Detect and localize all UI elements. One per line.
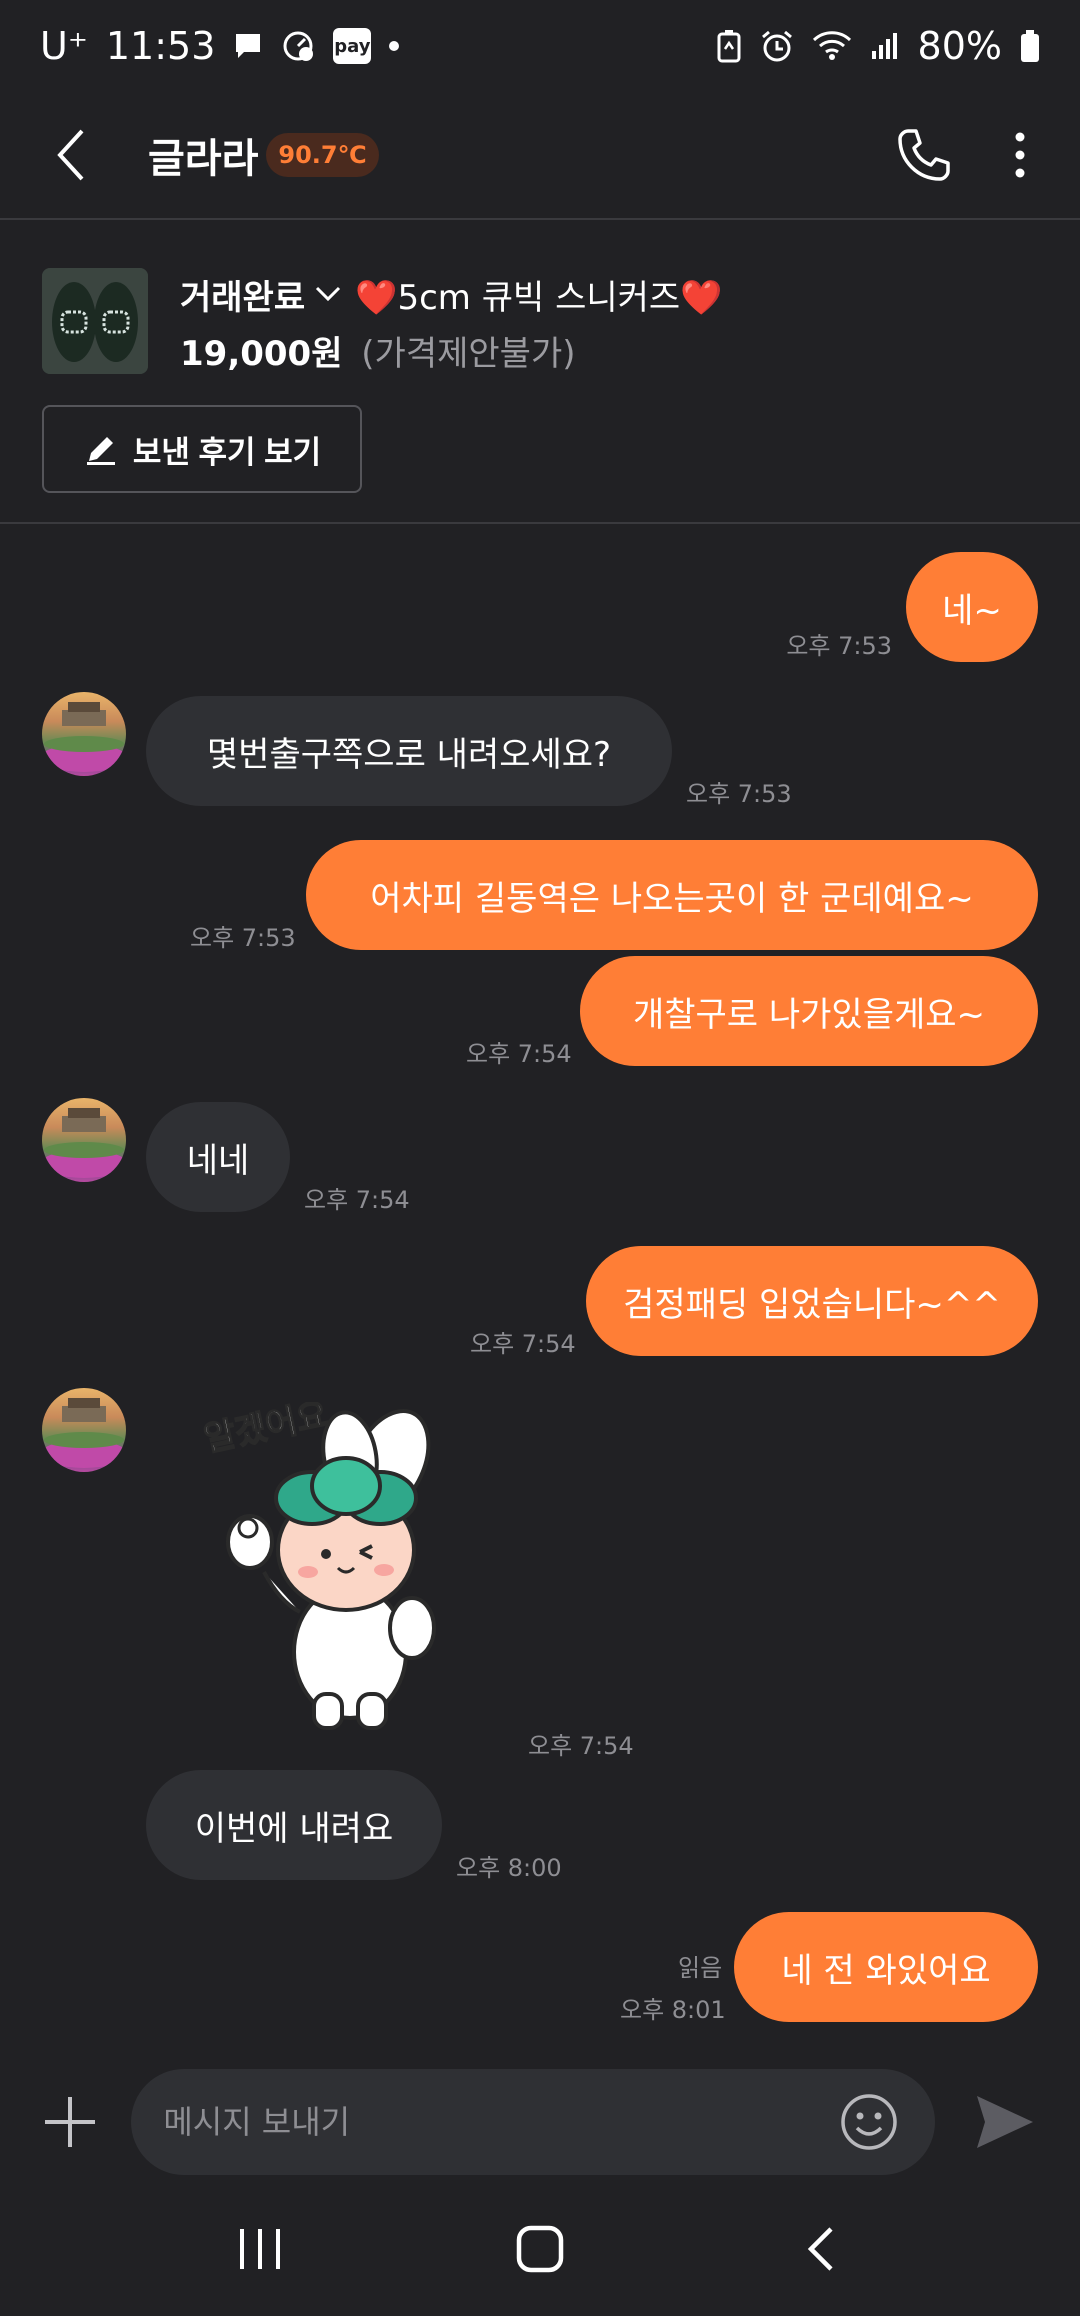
kebab-menu-icon	[1015, 132, 1025, 178]
price-note: (가격제안불가)	[361, 334, 576, 374]
my-message-bubble[interactable]: 네~	[906, 552, 1038, 662]
partner-message-bubble[interactable]: 이번에 내려요	[146, 1770, 442, 1880]
plus-icon	[44, 2097, 95, 2147]
view-review-button[interactable]: 보낸 후기 보기	[42, 405, 362, 493]
my-message-bubble[interactable]: 어차피 길동역은 나오는곳이 한 군데예요~	[306, 840, 1038, 950]
product-price: 19,000원	[180, 334, 343, 374]
speed-notification-icon	[281, 29, 315, 63]
send-button[interactable]	[971, 2087, 1040, 2157]
system-navigation-bar	[0, 2182, 1080, 2316]
sneaker-image-icon	[42, 268, 148, 374]
more-options-button[interactable]	[1000, 119, 1040, 191]
status-left: U⁺ 11:53 pay	[40, 24, 400, 68]
battery-percent: 80%	[917, 24, 1002, 68]
pencil-icon	[86, 437, 115, 465]
attach-button[interactable]	[40, 2092, 99, 2152]
send-arrow-icon	[977, 2096, 1034, 2148]
message-time: 오후 7:53	[190, 924, 296, 952]
back-chevron-icon	[807, 2227, 833, 2271]
message-time: 오후 7:53	[686, 780, 792, 808]
bunny-sticker[interactable]: 알겠어요	[190, 1394, 480, 1734]
sticker-text: 알겠어요	[201, 1402, 332, 1460]
message-time: 오후 8:00	[456, 1854, 562, 1882]
pay-notification-icon: pay	[333, 28, 372, 64]
partner-avatar[interactable]	[42, 1388, 126, 1472]
recent-apps-button[interactable]	[215, 2204, 305, 2294]
more-notifications-dot	[389, 41, 400, 51]
product-thumbnail[interactable]	[42, 268, 148, 374]
battery-icon	[1020, 29, 1040, 63]
wifi-icon	[812, 30, 852, 62]
message-time: 오후 7:54	[528, 1732, 634, 1760]
message-time: 오후 7:54	[304, 1186, 410, 1214]
partner-avatar[interactable]	[42, 692, 126, 776]
chat-notification-icon	[233, 31, 263, 61]
phone-icon	[898, 129, 950, 181]
product-info: 거래완료 ❤️5cm 큐빅 스니커즈❤️ 19,000원 (가격제안불가)	[180, 268, 723, 375]
my-message-bubble[interactable]: 검정패딩 입었습니다~^^	[586, 1246, 1038, 1356]
status-bar: U⁺ 11:53 pay 80%	[0, 0, 1080, 92]
manner-temperature-badge: 90.7℃	[266, 133, 379, 177]
message-text-input[interactable]	[163, 2103, 844, 2141]
view-review-label: 보낸 후기 보기	[132, 434, 322, 470]
alarm-icon	[760, 29, 794, 63]
clock: 11:53	[105, 24, 216, 68]
read-receipt: 읽음	[678, 1954, 723, 1982]
back-arrow-icon	[57, 129, 84, 181]
bunny-ok-sticker-icon: 알겠어요	[200, 1394, 436, 1730]
partner-message-bubble[interactable]: 네네	[146, 1102, 290, 1212]
chat-header: 글라라 90.7℃	[0, 92, 1080, 220]
battery-saver-icon	[716, 29, 742, 63]
carrier-label: U⁺	[40, 24, 88, 68]
message-time: 오후 7:54	[466, 1040, 572, 1068]
signal-icon	[870, 31, 900, 61]
my-message-bubble[interactable]: 개찰구로 나가있을게요~	[580, 956, 1038, 1066]
smiley-icon	[841, 2094, 897, 2150]
system-back-button[interactable]	[775, 2204, 865, 2294]
my-message-bubble[interactable]: 네 전 와있어요	[734, 1912, 1038, 2022]
product-title[interactable]: ❤️5cm 큐빅 스니커즈❤️	[355, 270, 722, 319]
partner-message-bubble[interactable]: 몇번출구쪽으로 내려오세요?	[146, 696, 672, 806]
call-button[interactable]	[888, 119, 960, 191]
message-input-bar	[0, 2062, 1080, 2182]
partner-nickname[interactable]: 글라라	[148, 126, 258, 184]
chat-message-list[interactable]: 네~ 오후 7:53 몇번출구쪽으로 내려오세요? 오후 7:53 어차피 길동…	[0, 526, 1080, 2060]
chevron-down-icon[interactable]	[315, 286, 341, 302]
message-time: 오후 7:54	[470, 1330, 576, 1358]
trade-status[interactable]: 거래완료	[180, 270, 305, 319]
status-right: 80%	[716, 24, 1040, 68]
recent-apps-icon	[240, 2229, 280, 2269]
back-button[interactable]	[40, 123, 104, 187]
product-panel: 거래완료 ❤️5cm 큐빅 스니커즈❤️ 19,000원 (가격제안불가) 보낸…	[0, 220, 1080, 524]
partner-avatar[interactable]	[42, 1098, 126, 1182]
message-time: 오후 7:53	[786, 632, 892, 660]
message-field[interactable]	[131, 2069, 935, 2175]
home-icon	[516, 2225, 564, 2273]
message-time: 오후 8:01	[620, 1996, 726, 2024]
home-button[interactable]	[495, 2204, 585, 2294]
emoji-button[interactable]	[839, 2092, 899, 2152]
